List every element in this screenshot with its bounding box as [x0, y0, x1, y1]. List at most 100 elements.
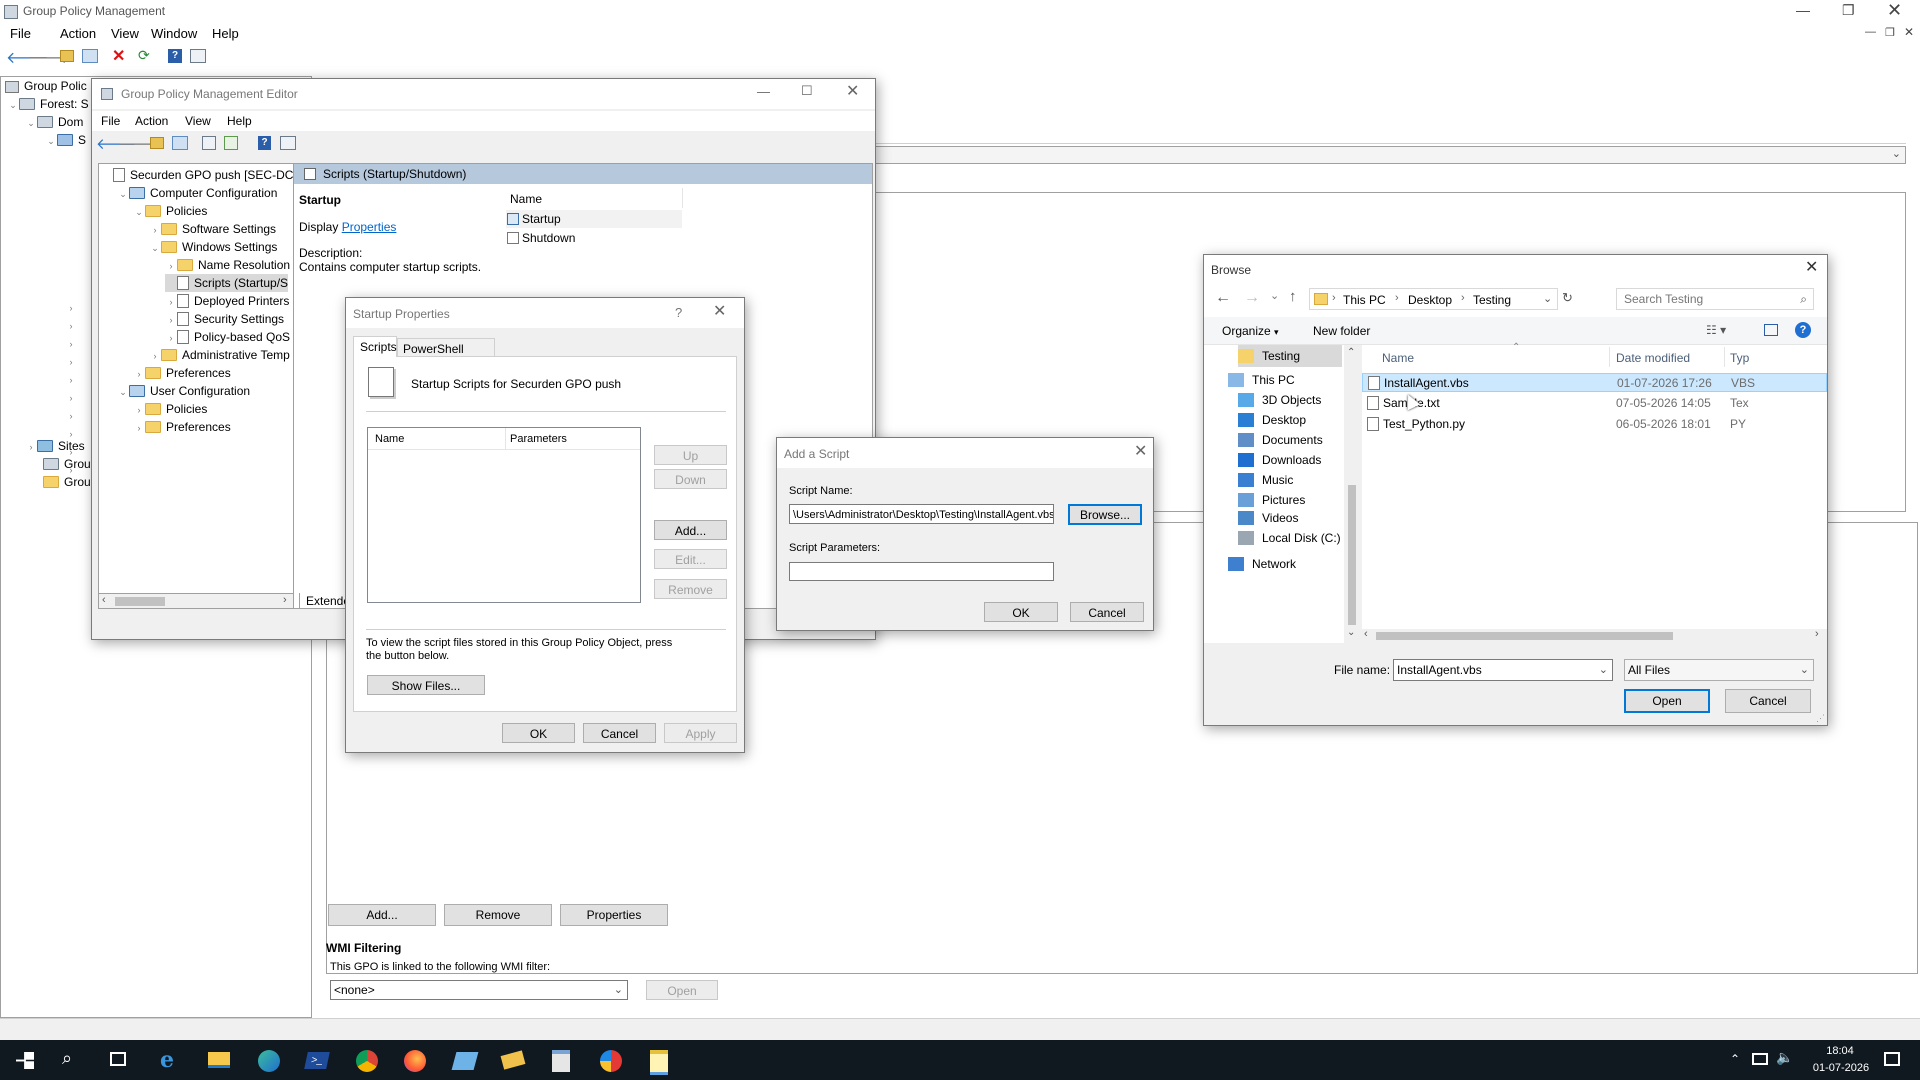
add-script-close-icon[interactable]: ✕: [1134, 441, 1147, 461]
editor-close-icon[interactable]: ✕: [846, 81, 859, 101]
ie-icon[interactable]: e: [160, 1047, 174, 1073]
add-script-cancel-button[interactable]: Cancel: [1070, 602, 1144, 622]
column-name[interactable]: Name: [375, 433, 404, 445]
editor-tree-item[interactable]: › Policies: [133, 400, 208, 418]
nav-item[interactable]: Downloads: [1238, 449, 1321, 471]
clock-date[interactable]: 01-07-2026: [1812, 1062, 1870, 1074]
edge-icon[interactable]: [258, 1050, 280, 1072]
column-date-modified[interactable]: Date modified: [1616, 351, 1690, 365]
app-icon[interactable]: [451, 1052, 479, 1070]
security-remove-button[interactable]: Remove: [444, 904, 552, 926]
firefox-icon[interactable]: [404, 1050, 426, 1072]
file-row[interactable]: Sample.txt 07-05-2026 14:05 Tex: [1362, 394, 1827, 413]
tab-scripts[interactable]: Scripts: [353, 336, 397, 357]
tree-item[interactable]: Grou: [43, 473, 91, 491]
new-folder-button[interactable]: New folder: [1313, 324, 1370, 338]
column-parameters[interactable]: Parameters: [510, 433, 567, 445]
nav-item[interactable]: 3D Objects: [1238, 389, 1321, 411]
menu-help[interactable]: Help: [212, 24, 239, 44]
show-tree-icon[interactable]: [82, 49, 98, 63]
tree-item[interactable]: Grou: [43, 455, 91, 473]
cancel-button[interactable]: Cancel: [583, 723, 656, 743]
tree-item[interactable]: ⌄ Forest: S: [7, 95, 88, 113]
column-name[interactable]: Name: [1382, 351, 1414, 365]
up-button[interactable]: Up: [654, 445, 727, 465]
scroll-thumb[interactable]: [115, 597, 165, 606]
editor-tree-item[interactable]: › Preferences: [133, 418, 231, 436]
scroll-down-icon[interactable]: ⌄: [1347, 627, 1355, 638]
expand-chevron-icon[interactable]: ⌄: [133, 203, 145, 221]
up-folder-icon[interactable]: [60, 50, 74, 62]
back-arrow-icon[interactable]: ←: [1215, 289, 1231, 307]
start-icon[interactable]: [16, 1052, 34, 1069]
properties-icon[interactable]: [190, 49, 206, 63]
address-bar[interactable]: › This PC › Desktop › Testing ⌄: [1309, 288, 1558, 310]
file-row[interactable]: InstallAgent.vbs 01-07-2026 17:26 VBS: [1362, 373, 1827, 392]
editor-minimize-icon[interactable]: —: [757, 84, 770, 99]
nav-item[interactable]: This PC: [1228, 369, 1295, 391]
remove-button[interactable]: Remove: [654, 579, 727, 599]
browse-cancel-button[interactable]: Cancel: [1725, 689, 1811, 713]
close-icon[interactable]: ✕: [1887, 0, 1902, 21]
expand-chevron-icon[interactable]: ›: [165, 257, 177, 275]
script-params-input[interactable]: [789, 562, 1054, 581]
right-pane-dropdown[interactable]: ⌄: [874, 146, 1906, 164]
editor-menu-help[interactable]: Help: [227, 111, 252, 131]
file-type-select[interactable]: All Files ⌄: [1624, 659, 1814, 681]
recent-chevron-icon[interactable]: ⌄: [1270, 289, 1279, 302]
view-options-icon[interactable]: ☷ ▾: [1706, 323, 1726, 337]
expand-chevron-icon[interactable]: ›: [149, 347, 161, 365]
nav-item[interactable]: Desktop: [1238, 409, 1306, 431]
tab-powershell-scripts[interactable]: PowerShell Scripts: [397, 338, 495, 370]
notepad-icon[interactable]: [650, 1050, 668, 1072]
browse-close-icon[interactable]: ✕: [1805, 257, 1818, 277]
show-tree-icon[interactable]: [172, 136, 188, 150]
editor-tree-item[interactable]: › Software Settings: [149, 220, 277, 238]
editor-tree-item[interactable]: › Preferences: [133, 364, 231, 382]
editor-tree-item[interactable]: › Name Resolution: [165, 256, 291, 275]
tree-item[interactable]: ⌄ S: [45, 131, 86, 149]
editor-tree-item[interactable]: Securden GPO push [SEC-DC-2: [101, 166, 294, 184]
forward-arrow-icon[interactable]: →: [1244, 289, 1260, 307]
expand-chevron-icon[interactable]: ›: [133, 365, 145, 383]
scroll-up-icon[interactable]: ⌃: [1347, 347, 1355, 358]
file-explorer-icon[interactable]: [208, 1052, 230, 1068]
breadcrumb-testing[interactable]: Testing: [1473, 293, 1511, 307]
editor-tree-item[interactable]: ⌄ User Configuration: [117, 382, 250, 400]
show-hide-icon[interactable]: [202, 136, 216, 150]
help-icon[interactable]: ?: [168, 49, 182, 63]
file-row[interactable]: Test_Python.py 06-05-2026 18:01 PY: [1362, 415, 1827, 434]
expand-chevron-icon[interactable]: ⌄: [117, 383, 129, 401]
menu-view[interactable]: View: [111, 24, 139, 44]
editor-menu-file[interactable]: File: [101, 111, 120, 131]
script-name-input[interactable]: \Users\Administrator\Desktop\Testing\Ins…: [789, 504, 1054, 524]
editor-tree-item[interactable]: › Policy-based QoS: [165, 328, 290, 346]
scroll-left-icon[interactable]: ‹: [102, 594, 106, 606]
nav-item[interactable]: Network: [1228, 553, 1296, 575]
open-button[interactable]: Open: [1624, 689, 1710, 713]
nav-item[interactable]: Music: [1238, 469, 1293, 491]
expand-chevron-icon[interactable]: ›: [133, 419, 145, 437]
apply-button[interactable]: Apply: [664, 723, 737, 743]
chevron-down-icon[interactable]: ⌄: [1599, 660, 1608, 680]
breadcrumb-this-pc[interactable]: This PC: [1343, 293, 1386, 307]
ok-button[interactable]: OK: [502, 723, 575, 743]
browse-button[interactable]: Browse...: [1068, 504, 1142, 525]
mdi-restore-icon[interactable]: ❐: [1885, 26, 1895, 39]
security-properties-button[interactable]: Properties: [560, 904, 668, 926]
app-icon[interactable]: [500, 1050, 526, 1070]
address-dropdown-icon[interactable]: ⌄: [1543, 292, 1552, 305]
network-icon[interactable]: [1752, 1053, 1768, 1065]
list-item-startup[interactable]: Startup: [506, 210, 682, 228]
app-icon[interactable]: [600, 1050, 622, 1072]
search-input[interactable]: Search Testing ⌕: [1616, 288, 1814, 310]
task-view-icon[interactable]: [110, 1052, 126, 1066]
refresh-icon[interactable]: ⟳: [138, 47, 150, 64]
notepad-icon[interactable]: [552, 1050, 570, 1072]
editor-tree-item[interactable]: ⌄ Computer Configuration: [117, 184, 277, 202]
startup-props-close-icon[interactable]: ✕: [713, 301, 726, 321]
help-icon[interactable]: ?: [1795, 322, 1811, 338]
scroll-thumb[interactable]: [1376, 632, 1673, 640]
nav-item[interactable]: Documents: [1238, 429, 1323, 451]
menu-window[interactable]: Window: [151, 24, 197, 44]
